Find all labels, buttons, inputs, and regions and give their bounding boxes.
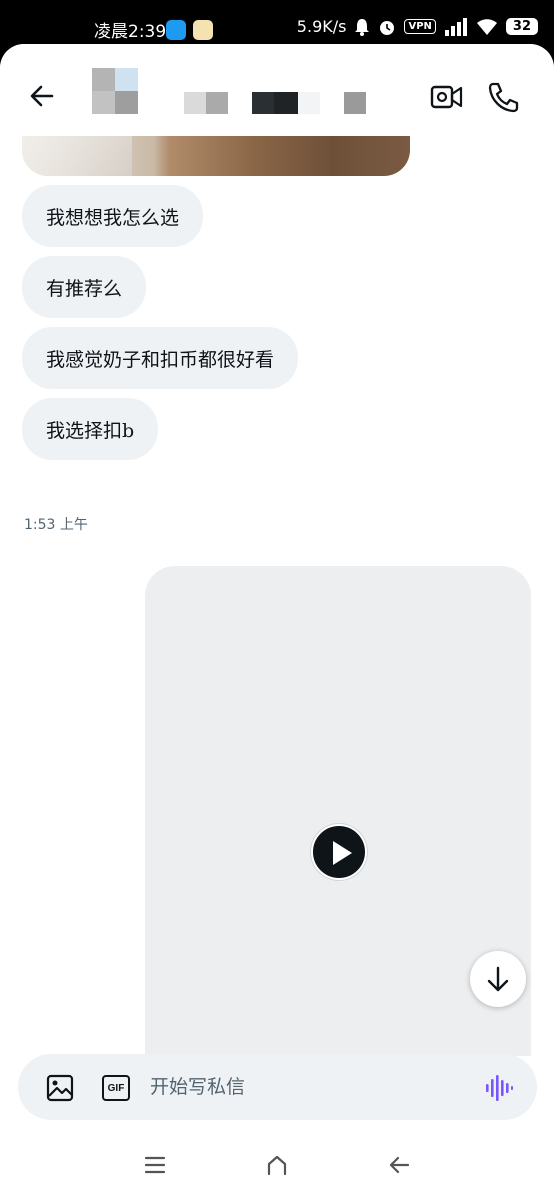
received-photo[interactable]	[22, 136, 410, 176]
received-message[interactable]: 我选择扣b	[22, 398, 159, 460]
arrow-down-icon	[487, 966, 509, 992]
message-text: 有推荐么	[46, 277, 123, 300]
net-speed: 5.9K/s	[296, 17, 347, 36]
bell-off-icon	[355, 18, 370, 36]
received-message[interactable]: 我想想我怎么选	[22, 185, 204, 247]
gif-button[interactable]: GIF	[102, 1075, 130, 1101]
gif-label: GIF	[107, 1082, 125, 1094]
menu-icon[interactable]	[142, 1152, 168, 1178]
message-text: 我想想我怎么选	[46, 206, 180, 229]
play-button[interactable]	[311, 824, 367, 880]
phone-icon[interactable]	[486, 80, 520, 114]
app-notification-icon	[193, 20, 213, 40]
message-text: 我感觉奶子和扣币都很好看	[46, 348, 275, 371]
status-time: 凌晨2:39	[94, 22, 167, 42]
received-message[interactable]: 有推荐么	[22, 256, 147, 318]
alarm-icon	[380, 20, 395, 35]
scroll-to-bottom-button[interactable]	[470, 951, 526, 1007]
vpn-badge: VPN	[404, 19, 436, 34]
message-timestamp: 1:53 上午	[24, 517, 88, 533]
play-icon	[333, 841, 352, 865]
received-message[interactable]: 我感觉奶子和扣币都很好看	[22, 327, 299, 389]
status-bar: 凌晨2:39 5.9K/s VPN 32	[0, 0, 554, 50]
back-icon[interactable]	[386, 1152, 412, 1178]
voice-waveform-icon[interactable]	[484, 1073, 514, 1103]
battery-level: 32	[505, 18, 538, 35]
back-arrow-icon[interactable]	[28, 82, 56, 110]
signal-icon	[444, 17, 467, 36]
status-indicators: 5.9K/s VPN 32	[297, 17, 538, 36]
system-nav-bar	[0, 1130, 554, 1200]
compose-bar: GIF	[18, 1054, 537, 1120]
video-camera-icon[interactable]	[430, 82, 464, 112]
conversation-screen: 我想想我怎么选 有推荐么 我感觉奶子和扣币都很好看 我选择扣b 1:53 上午	[0, 44, 554, 1200]
conversation-header	[0, 44, 554, 136]
app-notification-icon	[166, 20, 186, 40]
wifi-icon	[476, 18, 497, 35]
message-text: 我选择扣b	[46, 419, 135, 442]
image-icon[interactable]	[46, 1074, 74, 1102]
home-icon[interactable]	[264, 1152, 290, 1178]
message-list[interactable]: 我想想我怎么选 有推荐么 我感觉奶子和扣币都很好看 我选择扣b 1:53 上午	[0, 136, 554, 1056]
message-input[interactable]	[150, 1066, 470, 1108]
